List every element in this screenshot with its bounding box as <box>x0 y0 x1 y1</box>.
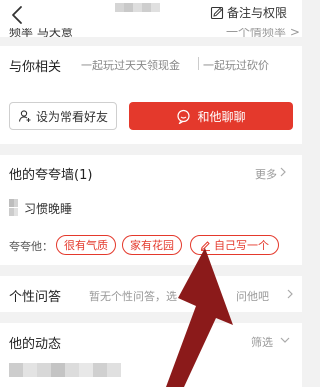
related-item-2: 一起玩过砍价 <box>203 59 269 72</box>
chevron-down-icon[interactable] <box>280 336 290 344</box>
chevron-right-icon <box>287 289 293 299</box>
cut-off-row: 频率 马天意 一个情频率 > <box>0 28 302 37</box>
action-buttons-row: 设为常看好友 和他聊聊 <box>0 82 302 144</box>
related-item-1: 一起玩过天天领现金 <box>81 59 180 72</box>
more-link[interactable]: 更多 <box>255 166 277 182</box>
related-divider <box>198 57 199 70</box>
qa-empty-text: 暂无个性问答，选 <box>89 290 177 303</box>
praise-tag[interactable]: 很有气质 <box>56 235 116 255</box>
pencil-icon <box>200 240 210 251</box>
blurred-avatar <box>9 199 18 217</box>
updates-title: 他的动态 <box>9 337 62 352</box>
blurred-username <box>115 3 160 12</box>
related-to-you-row[interactable]: 与你相关 一起玩过天天领现金 一起玩过砍价 <box>0 46 302 82</box>
chevron-left-icon[interactable] <box>8 5 28 25</box>
write-your-own-button[interactable]: 自己写一个 <box>190 235 279 255</box>
remark-permission-button[interactable]: 备注与权限 <box>210 4 287 21</box>
set-frequent-friend-label: 设为常看好友 <box>35 109 108 124</box>
set-frequent-friend-button[interactable]: 设为常看好友 <box>9 102 117 130</box>
praise-item-label: 习惯晚睡 <box>24 201 73 216</box>
chevron-right-icon[interactable] <box>279 167 287 177</box>
cut-off-right-text: 一个情频率 > <box>226 28 300 37</box>
chat-label: 和他聊聊 <box>197 109 246 124</box>
add-person-icon <box>18 110 31 122</box>
blurred-update-preview <box>9 363 121 377</box>
write-your-own-label: 自己写一个 <box>214 239 269 252</box>
personal-qa-row[interactable]: 个性问答 暂无个性问答，选 问他吧 <box>0 276 302 312</box>
praise-item[interactable]: 习惯晚睡 <box>9 199 72 217</box>
praise-him-label: 夸夸他： <box>9 240 53 253</box>
chat-bubble-icon <box>177 109 191 124</box>
top-bar: 备注与权限 <box>0 0 302 30</box>
praise-wall-title: 他的夸夸墙(1) <box>9 168 93 183</box>
related-title: 与你相关 <box>9 60 62 75</box>
remark-permission-label: 备注与权限 <box>227 6 288 20</box>
updates-section: 他的动态 筛选 <box>0 323 302 387</box>
praise-wall-section: 他的夸夸墙(1) 更多 习惯晚睡 夸夸他： 很有气质 家有花园 自己写一个 <box>0 155 302 265</box>
edit-icon <box>210 6 224 19</box>
filter-button[interactable]: 筛选 <box>251 334 273 350</box>
praise-tag[interactable]: 家有花园 <box>122 235 182 255</box>
qa-title: 个性问答 <box>9 290 62 305</box>
qa-empty-text-2: 问他吧 <box>236 290 269 303</box>
cut-off-left-text: 频率 马天意 <box>9 28 73 37</box>
chat-button[interactable]: 和他聊聊 <box>129 102 293 130</box>
